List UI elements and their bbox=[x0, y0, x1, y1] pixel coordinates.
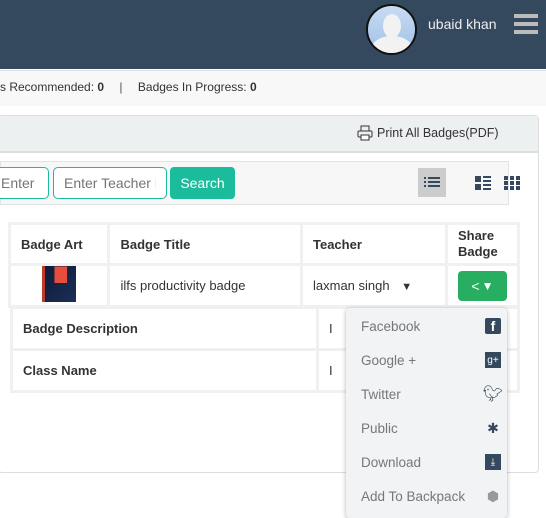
top-header: ubaid khan bbox=[0, 0, 546, 69]
twitter-icon: 🐦︎ bbox=[482, 386, 504, 403]
in-progress-value: 0 bbox=[249, 80, 257, 94]
menu-item-label: Public bbox=[361, 420, 398, 436]
public-icon: ✱ bbox=[487, 419, 499, 436]
share-google-plus[interactable]: Google + g+ bbox=[361, 352, 501, 368]
share-public[interactable]: Public ✱ bbox=[361, 420, 501, 436]
badge-art-image[interactable]: ▇ bbox=[42, 266, 77, 302]
share-add-to-backpack[interactable]: Add To Backpack ⬢ bbox=[361, 488, 501, 504]
hamburger-menu-icon[interactable] bbox=[514, 14, 538, 35]
badge-stats-bar: s Recommended: 0 | Badges In Progress: 0 bbox=[0, 70, 546, 106]
teacher-name: laxman singh bbox=[313, 278, 390, 293]
user-name[interactable]: ubaid khan bbox=[428, 16, 497, 32]
pdf-download-icon: ⤓ bbox=[485, 454, 501, 470]
grid-view-icon bbox=[504, 175, 520, 190]
avatar[interactable] bbox=[366, 4, 417, 55]
print-label: Print All Badges(PDF) bbox=[377, 126, 499, 140]
detail-view-icon bbox=[475, 175, 491, 190]
print-all-badges-button[interactable]: Print All Badges(PDF) bbox=[357, 125, 499, 141]
col-teacher: Teacher bbox=[300, 222, 448, 266]
share-badge-button[interactable]: < ▼ bbox=[457, 270, 507, 301]
teacher-cell[interactable]: laxman singh ▼ bbox=[300, 263, 448, 308]
share-icon: < bbox=[471, 277, 480, 294]
recommended-label: s Recommended: bbox=[0, 80, 95, 94]
divider: | bbox=[119, 80, 123, 94]
list-view-icon bbox=[424, 176, 440, 187]
menu-item-label: Google + bbox=[361, 352, 417, 368]
search-button[interactable]: Search bbox=[170, 167, 235, 199]
menu-item-label: Download bbox=[361, 454, 422, 470]
share-dropdown-menu: Facebook f Google + g+ Twitter 🐦︎ Public ✱ D… bbox=[346, 308, 507, 518]
detail-view-button[interactable] bbox=[469, 168, 497, 197]
class-name-input[interactable] bbox=[0, 167, 49, 199]
grid-view-button[interactable] bbox=[498, 168, 526, 197]
menu-item-label: Add To Backpack bbox=[361, 488, 466, 504]
badges-table: Badge Art Badge Title Teacher Share Badg… bbox=[7, 222, 521, 308]
teacher-name-input[interactable] bbox=[53, 167, 167, 199]
caret-down-icon[interactable]: ▼ bbox=[401, 281, 412, 293]
caret-down-icon: ▼ bbox=[481, 278, 494, 293]
list-view-button[interactable] bbox=[418, 168, 446, 197]
detail-label: Class Name bbox=[10, 348, 319, 393]
detail-label: Badge Description bbox=[10, 306, 319, 351]
recommended-value: 0 bbox=[97, 80, 105, 94]
share-facebook[interactable]: Facebook f bbox=[361, 318, 501, 334]
badge-title[interactable]: ilfs productivity badge bbox=[107, 263, 303, 308]
menu-item-label: Facebook bbox=[361, 318, 421, 334]
in-progress-label: Badges In Progress: bbox=[137, 80, 247, 94]
facebook-icon: f bbox=[485, 318, 501, 334]
share-download[interactable]: Download ⤓ bbox=[361, 454, 501, 470]
col-badge-art: Badge Art bbox=[7, 222, 111, 266]
backpack-icon: ⬢ bbox=[486, 487, 500, 504]
menu-item-label: Twitter bbox=[361, 386, 401, 402]
share-twitter[interactable]: Twitter 🐦︎ bbox=[361, 386, 504, 403]
col-share-badge: Share Badge bbox=[444, 222, 521, 266]
panel-header: Print All Badges(PDF) bbox=[0, 116, 538, 153]
google-plus-icon: g+ bbox=[485, 352, 501, 368]
table-row[interactable]: ▇ ilfs productivity badge laxman singh ▼… bbox=[7, 263, 521, 308]
table-header-row: Badge Art Badge Title Teacher Share Badg… bbox=[7, 222, 521, 266]
col-badge-title: Badge Title bbox=[107, 222, 303, 266]
printer-icon bbox=[357, 125, 373, 141]
